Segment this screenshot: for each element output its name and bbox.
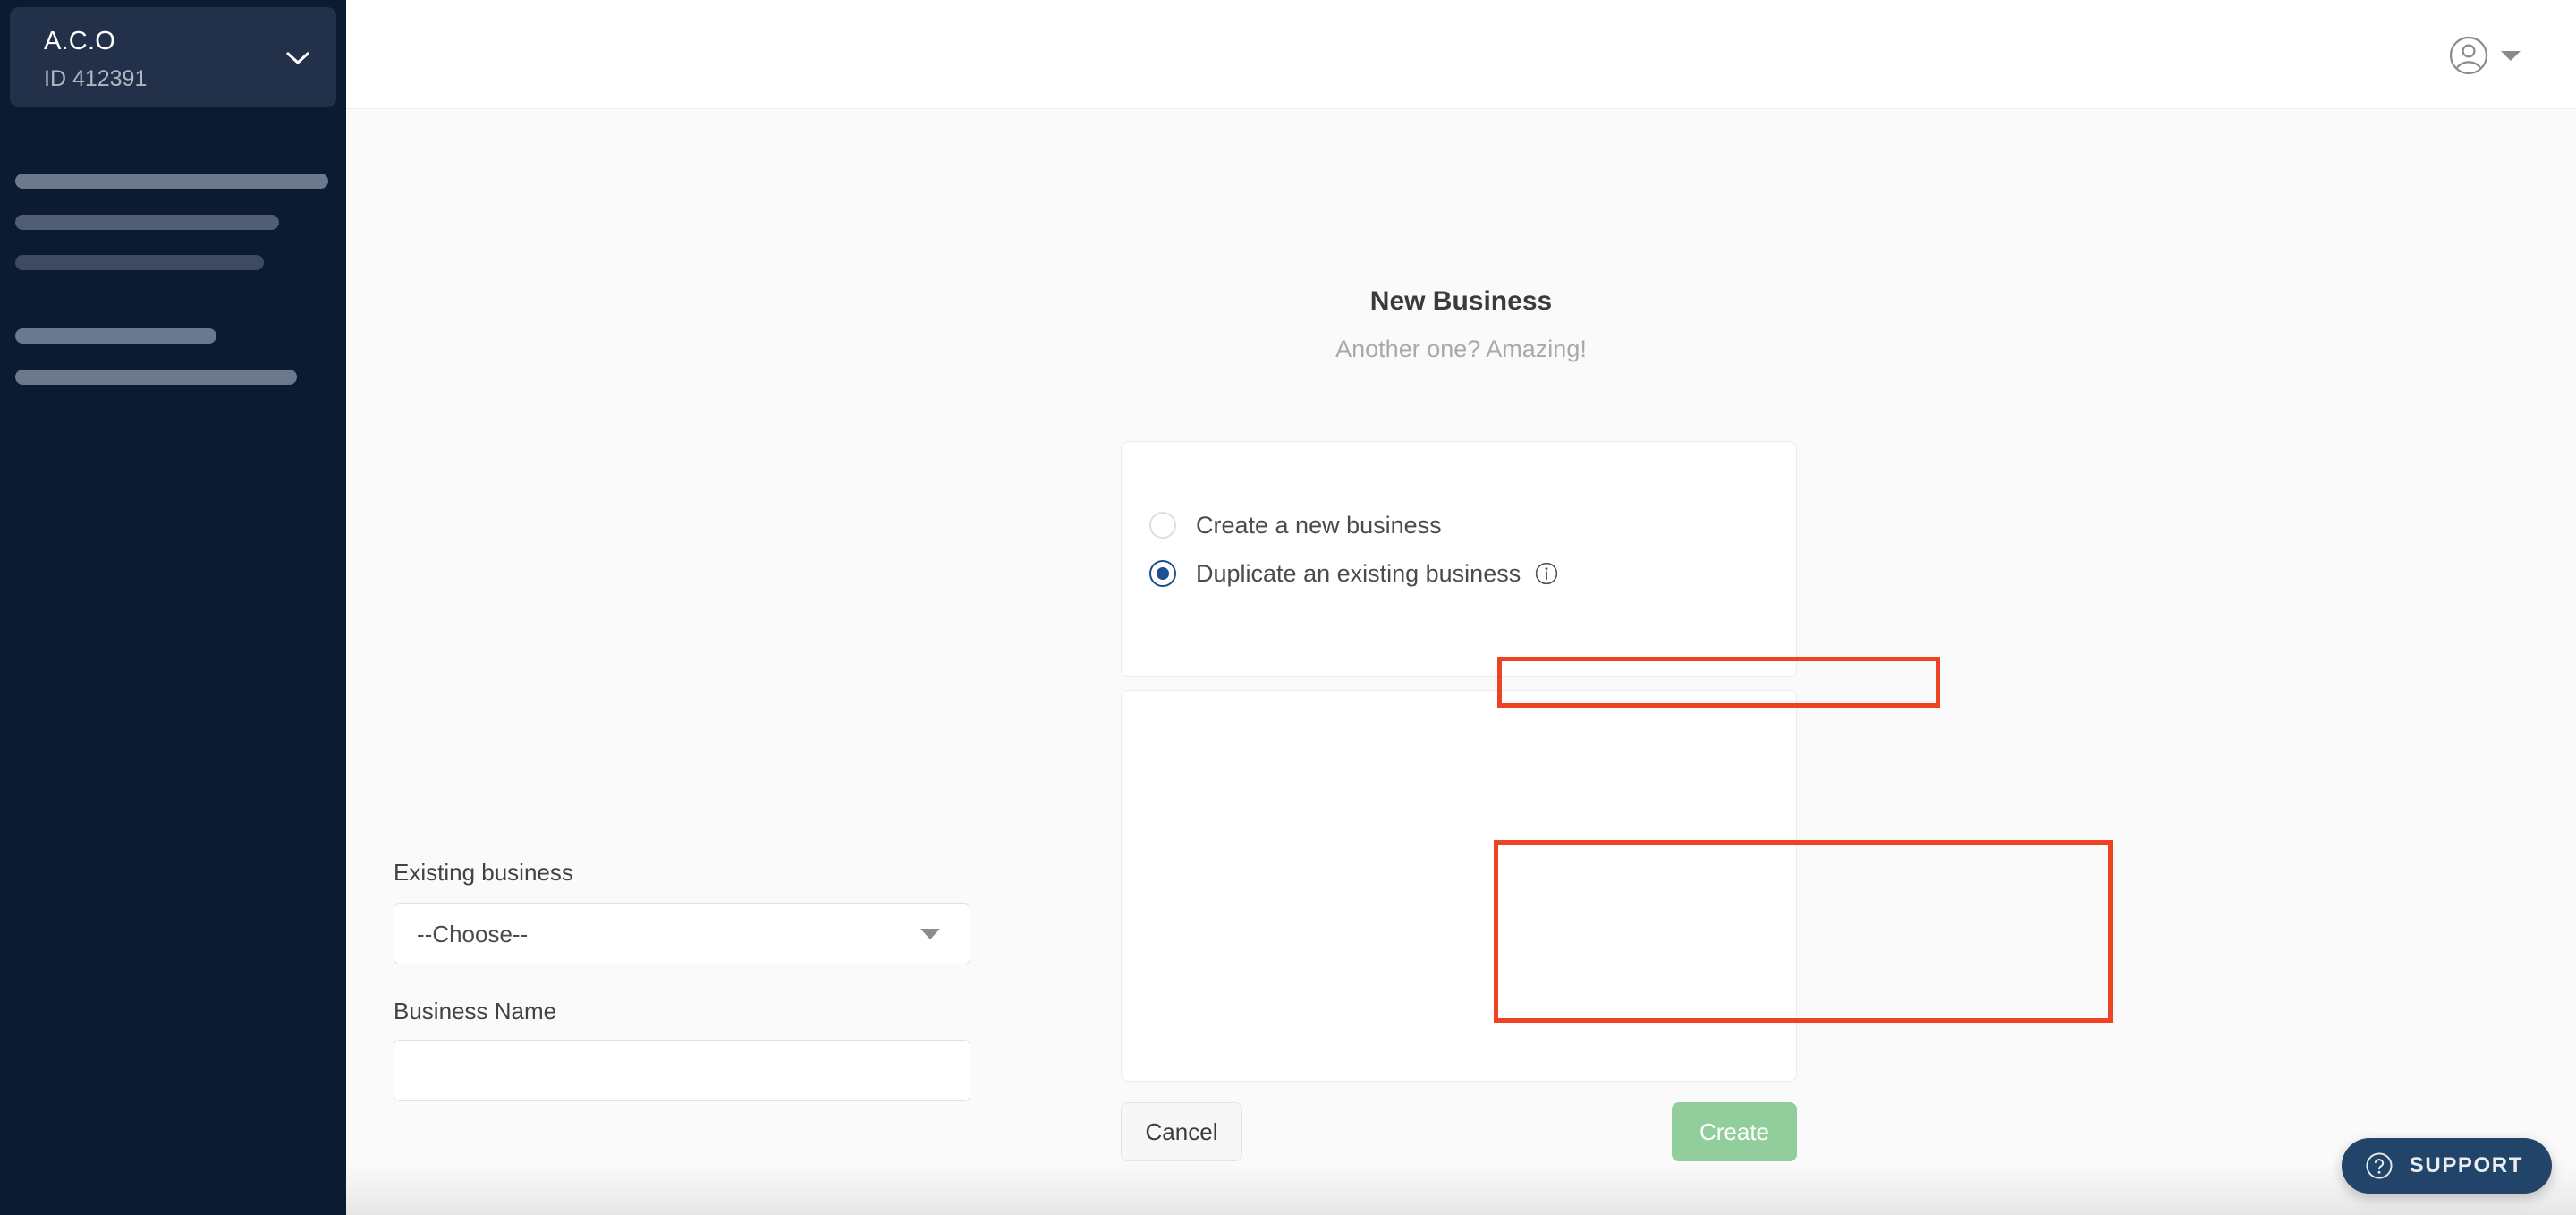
footer-actions: Cancel Create xyxy=(1121,1102,1797,1165)
radio-button-create-new-business[interactable] xyxy=(1149,512,1176,539)
page-subtitle: Another one? Amazing! xyxy=(1335,336,1587,362)
app-root: A.C.O ID 412391 New Business Another one… xyxy=(0,0,2576,1215)
support-button[interactable]: SUPPORT xyxy=(2341,1138,2552,1194)
chevron-down-icon xyxy=(286,52,309,65)
business-fields-card xyxy=(1121,690,1797,1082)
business-name-input[interactable] xyxy=(394,1041,970,1100)
content-area: New Business Another one? Amazing! Creat… xyxy=(346,109,2576,1215)
radio-label-duplicate-existing-business: Duplicate an existing business xyxy=(1196,559,1521,587)
skeleton-bar xyxy=(15,174,328,189)
skeleton-bar xyxy=(15,328,216,344)
radio-button-duplicate-existing-business[interactable] xyxy=(1149,560,1176,587)
question-circle-icon xyxy=(2365,1151,2394,1180)
org-name: A.C.O xyxy=(44,27,115,55)
support-label: SUPPORT xyxy=(2409,1153,2523,1177)
page-header: New Business Another one? Amazing! xyxy=(346,288,2576,361)
sidebar-nav-skeleton xyxy=(0,161,346,385)
create-button[interactable]: Create xyxy=(1672,1102,1797,1161)
label-business-name: Business Name xyxy=(394,998,557,1024)
caret-down-icon xyxy=(920,928,940,939)
business-name-field-wrapper[interactable] xyxy=(394,1040,970,1101)
info-circle-icon[interactable] xyxy=(1535,562,1558,585)
skeleton-bar xyxy=(15,215,279,230)
skeleton-bar xyxy=(15,370,297,385)
org-id: ID 412391 xyxy=(44,66,148,91)
existing-business-selected-value: --Choose-- xyxy=(417,920,529,947)
mode-selection-card: Create a new business Duplicate an exist… xyxy=(1121,441,1797,677)
label-existing-business: Existing business xyxy=(394,859,573,886)
top-bar xyxy=(346,0,2576,109)
account-circle-icon xyxy=(2449,36,2488,75)
bottom-scroll-shadow xyxy=(346,1163,2576,1215)
existing-business-select[interactable]: --Choose-- xyxy=(394,903,970,964)
skeleton-bar xyxy=(15,255,264,270)
page-title: New Business xyxy=(1369,286,1553,316)
sidebar: A.C.O ID 412391 xyxy=(0,0,346,1215)
radio-label-create-new-business: Create a new business xyxy=(1196,511,1442,539)
cancel-button[interactable]: Cancel xyxy=(1121,1102,1242,1161)
main-area: New Business Another one? Amazing! Creat… xyxy=(346,0,2576,1215)
radio-option-duplicate-existing-business[interactable]: Duplicate an existing business xyxy=(1149,553,1558,594)
org-switcher[interactable]: A.C.O ID 412391 xyxy=(10,7,336,107)
radio-option-create-new-business[interactable]: Create a new business xyxy=(1149,505,1442,546)
account-menu[interactable] xyxy=(2449,36,2521,75)
caret-down-icon xyxy=(2501,50,2521,61)
